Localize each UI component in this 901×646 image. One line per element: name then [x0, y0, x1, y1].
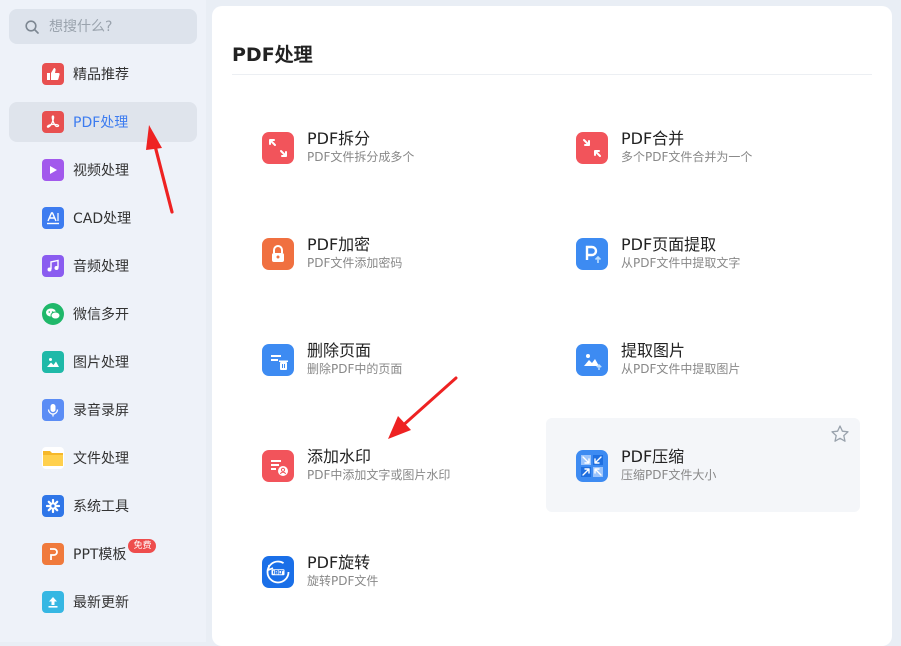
page-extract-icon — [576, 238, 608, 270]
wechat-icon — [42, 303, 64, 325]
free-badge: 免费 — [128, 539, 157, 553]
tool-desc: PDF文件拆分成多个 — [307, 150, 415, 164]
sidebar-item-system[interactable]: 系统工具 — [9, 486, 197, 526]
image-icon — [42, 351, 64, 373]
split-icon — [262, 132, 294, 164]
sidebar-item-ppt[interactable]: PPT模板 免费 — [9, 534, 197, 574]
page-title: PDF处理 — [232, 44, 313, 66]
sidebar-item-label: PDF处理 — [73, 115, 129, 131]
upload-icon — [42, 591, 64, 613]
tool-name: PDF加密 — [307, 235, 371, 254]
search-input[interactable] — [47, 17, 191, 36]
rotate-icon — [262, 556, 294, 588]
sidebar: 精品推荐 PDF处理 视频处理 CAD处理 音频处理 微信多开 — [0, 0, 206, 642]
tool-desc: 压缩PDF文件大小 — [621, 468, 717, 482]
folder-icon — [42, 447, 64, 469]
sidebar-item-updates[interactable]: 最新更新 — [9, 582, 197, 622]
tool-desc: PDF文件添加密码 — [307, 256, 403, 270]
tool-delete-page[interactable]: 删除页面 删除PDF中的页面 — [232, 312, 546, 406]
sidebar-item-featured[interactable]: 精品推荐 — [9, 54, 197, 94]
tool-name: 添加水印 — [307, 447, 372, 466]
pdf-icon — [42, 111, 64, 133]
sidebar-item-record[interactable]: 录音录屏 — [9, 390, 197, 430]
sidebar-item-pdf[interactable]: PDF处理 — [9, 102, 197, 142]
sidebar-item-label: 最新更新 — [73, 595, 129, 611]
star-icon[interactable] — [830, 424, 850, 444]
tool-add-watermark[interactable]: 添加水印 PDF中添加文字或图片水印 — [232, 418, 546, 512]
tool-name: PDF拆分 — [307, 129, 371, 148]
sidebar-item-label: 视频处理 — [73, 163, 129, 179]
watermark-icon — [262, 450, 294, 482]
main-panel: PDF处理 PDF拆分 PDF文件拆分成多个 PDF合并 多个PDF文件合并为一… — [212, 6, 892, 646]
thumbs-up-icon — [42, 63, 64, 85]
sidebar-item-label: 微信多开 — [73, 307, 129, 323]
sidebar-item-audio[interactable]: 音频处理 — [9, 246, 197, 286]
tool-pdf-merge[interactable]: PDF合并 多个PDF文件合并为一个 — [546, 100, 860, 194]
sidebar-item-label: 精品推荐 — [73, 67, 129, 83]
tool-name: 提取图片 — [621, 341, 686, 360]
sidebar-item-wechat[interactable]: 微信多开 — [9, 294, 197, 334]
music-icon — [42, 255, 64, 277]
tool-desc: PDF中添加文字或图片水印 — [307, 468, 451, 482]
ppt-icon — [42, 543, 64, 565]
sidebar-item-cad[interactable]: CAD处理 — [9, 198, 197, 238]
tool-desc: 删除PDF中的页面 — [307, 362, 403, 376]
lock-icon — [262, 238, 294, 270]
gear-icon — [42, 495, 64, 517]
extract-image-icon — [576, 344, 608, 376]
sidebar-item-video[interactable]: 视频处理 — [9, 150, 197, 190]
tool-extract-image[interactable]: 提取图片 从PDF文件中提取图片 — [546, 312, 860, 406]
tool-pdf-encrypt[interactable]: PDF加密 PDF文件添加密码 — [232, 206, 546, 300]
tool-desc: 从PDF文件中提取图片 — [621, 362, 741, 376]
divider — [232, 74, 872, 75]
delete-page-icon — [262, 344, 294, 376]
sidebar-item-file[interactable]: 文件处理 — [9, 438, 197, 478]
microphone-icon — [42, 399, 64, 421]
tool-pdf-rotate[interactable]: PDF旋转 旋转PDF文件 — [232, 524, 546, 618]
tool-pdf-split[interactable]: PDF拆分 PDF文件拆分成多个 — [232, 100, 546, 194]
play-icon — [42, 159, 64, 181]
sidebar-item-label: 音频处理 — [73, 259, 129, 275]
tool-name: PDF压缩 — [621, 447, 685, 466]
sidebar-item-label: 文件处理 — [73, 451, 129, 467]
search-box[interactable] — [9, 9, 197, 44]
compress-icon — [576, 450, 608, 482]
merge-icon — [576, 132, 608, 164]
sidebar-item-label: CAD处理 — [73, 211, 132, 227]
sidebar-item-label: 录音录屏 — [73, 403, 129, 419]
cad-icon — [42, 207, 64, 229]
sidebar-item-image[interactable]: 图片处理 — [9, 342, 197, 382]
tool-name: 删除页面 — [307, 341, 372, 360]
sidebar-item-label: PPT模板 — [73, 547, 127, 563]
tool-desc: 旋转PDF文件 — [307, 574, 379, 588]
tool-desc: 多个PDF文件合并为一个 — [621, 150, 753, 164]
search-icon — [25, 19, 39, 34]
tool-name: PDF旋转 — [307, 553, 371, 572]
tool-desc: 从PDF文件中提取文字 — [621, 256, 741, 270]
sidebar-item-label: 系统工具 — [73, 499, 129, 515]
tool-pdf-page-extract[interactable]: PDF页面提取 从PDF文件中提取文字 — [546, 206, 860, 300]
tool-name: PDF合并 — [621, 129, 685, 148]
tool-pdf-compress[interactable]: PDF压缩 压缩PDF文件大小 — [546, 418, 860, 512]
tool-name: PDF页面提取 — [621, 235, 717, 254]
sidebar-item-label: 图片处理 — [73, 355, 129, 371]
